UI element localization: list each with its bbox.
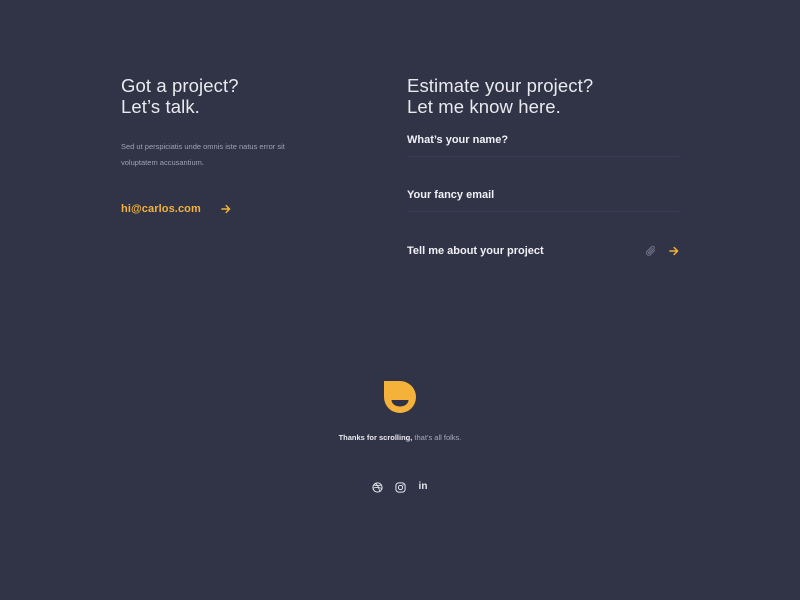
email-field-row	[407, 179, 679, 212]
name-field[interactable]	[407, 134, 637, 146]
contact-heading: Got a project? Let’s talk.	[121, 75, 341, 117]
form-heading-line1: Estimate your project?	[407, 75, 594, 96]
project-field-actions	[645, 235, 679, 267]
submit-arrow-button[interactable]	[669, 246, 679, 256]
arrow-right-icon	[669, 246, 679, 256]
estimate-form: Estimate your project? Let me know here.	[407, 75, 679, 257]
footer-message-bold: Thanks for scrolling,	[338, 433, 413, 442]
form-heading: Estimate your project? Let me know here.	[407, 75, 679, 117]
instagram-icon[interactable]	[394, 481, 406, 493]
social-links: in	[371, 481, 429, 493]
contact-intro: Got a project? Let’s talk. Sed ut perspi…	[121, 75, 341, 171]
linkedin-icon[interactable]: in	[417, 481, 429, 493]
paperclip-icon[interactable]	[645, 245, 657, 257]
footer-message: Thanks for scrolling, that’s all folks.	[0, 433, 800, 442]
form-heading-line2: Let me know here.	[407, 96, 561, 117]
name-field-row	[407, 124, 679, 157]
project-field-row	[407, 235, 679, 267]
email-link[interactable]: hi@carlos.com	[121, 203, 231, 215]
footer-message-rest: that’s all folks.	[412, 433, 462, 442]
arrow-right-icon	[221, 204, 231, 214]
email-field[interactable]	[407, 189, 637, 201]
contact-heading-line2: Let’s talk.	[121, 96, 200, 117]
contact-heading-line1: Got a project?	[121, 75, 239, 96]
email-address: hi@carlos.com	[121, 203, 201, 215]
logo-mark	[382, 379, 418, 415]
dribbble-icon[interactable]	[371, 481, 383, 493]
contact-page: Got a project? Let’s talk. Sed ut perspi…	[0, 0, 800, 600]
contact-lead-text: Sed ut perspiciatis unde omnis iste natu…	[121, 142, 285, 167]
project-field[interactable]	[407, 245, 637, 257]
